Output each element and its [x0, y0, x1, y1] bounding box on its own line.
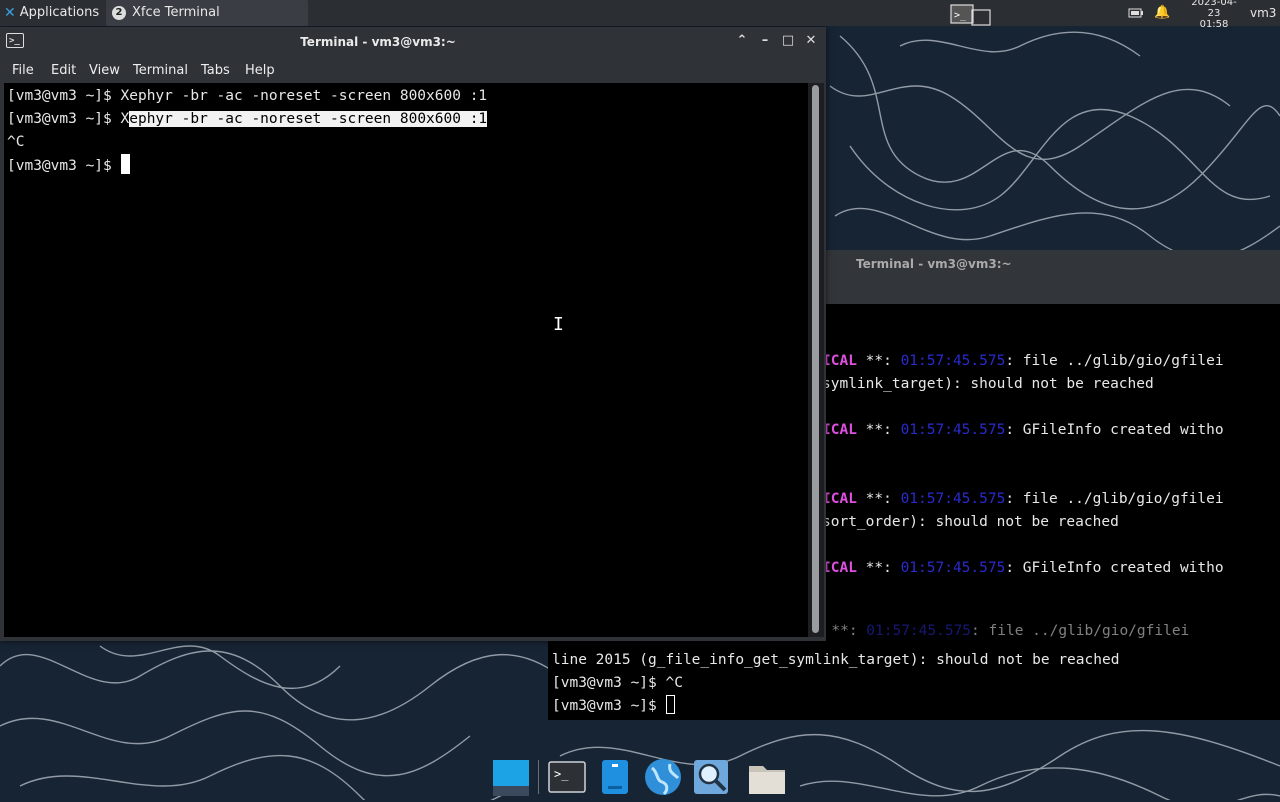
terminal-line: [vm3@vm3 ~]$ Xephyr -br -ac -noreset -sc…: [7, 111, 488, 127]
taskbar-label: Xfce Terminal: [132, 5, 220, 20]
terminal-line: [vm3@vm3 ~]$: [7, 154, 130, 177]
applications-menu-button[interactable]: ✕ Applications ⋮: [0, 0, 116, 26]
top-panel: ✕ Applications ⋮ 2 Xfce Terminal >_ 🔔 20…: [0, 0, 1280, 30]
svg-text:>_: >_: [954, 10, 967, 21]
notification-bell-icon[interactable]: 🔔: [1154, 0, 1170, 26]
terminal-line: [vm3@vm3 ~]$ Xephyr -br -ac -noreset -sc…: [7, 88, 488, 104]
window-title: Terminal - vm3@vm3:~: [300, 35, 456, 49]
background-text-cursor: [665, 695, 675, 714]
background-terminal-title: Terminal - vm3@vm3:~: [856, 257, 1012, 271]
system-tray: 🔔: [1128, 0, 1170, 26]
background-terminal-line: ICAL **: 01:57:45.575: file ../glib/gio/…: [822, 491, 1224, 507]
background-terminal-line: line 2015 (g_file_info_get_symlink_targe…: [552, 652, 1120, 668]
show-desktop-icon[interactable]: [490, 756, 532, 798]
menu-terminal[interactable]: Terminal: [133, 63, 188, 78]
menu-view[interactable]: View: [89, 63, 120, 78]
terminal-titlebar[interactable]: >_ Terminal - vm3@vm3:~ ⌃ – □ ✕: [0, 27, 826, 57]
dock: >_: [486, 752, 792, 800]
background-terminal-line: sort_order): should not be reached: [822, 514, 1119, 530]
close-button[interactable]: ✕: [803, 33, 819, 49]
battery-icon[interactable]: [1128, 7, 1144, 19]
menu-edit[interactable]: Edit: [51, 63, 76, 78]
dock-separator: [538, 760, 539, 794]
terminal-scrollbar[interactable]: [808, 83, 824, 637]
minimize-button[interactable]: –: [757, 33, 773, 49]
background-terminal-line: symlink_target): should not be reached: [822, 376, 1154, 392]
terminal-window[interactable]: >_ Terminal - vm3@vm3:~ ⌃ – □ ✕ File Edi…: [0, 27, 826, 641]
taskbar-button-xfce-terminal[interactable]: 2 Xfce Terminal: [106, 0, 308, 26]
applications-label: Applications: [19, 5, 100, 20]
clock-time: 01:58: [1199, 18, 1229, 30]
menu-tabs[interactable]: Tabs: [201, 63, 230, 78]
menu-bar: File Edit View Terminal Tabs Help: [0, 57, 826, 83]
window-count-badge: 2: [112, 6, 126, 20]
background-terminal-line: ICAL **: 01:57:45.575: GFileInfo created…: [822, 560, 1224, 576]
mouse-ibeam-cursor: I: [553, 314, 564, 335]
background-terminal-line: [vm3@vm3 ~]$: [552, 695, 675, 718]
background-terminal-line: [vm3@vm3 ~]$ ^C: [552, 675, 683, 691]
workspace-switcher-icon: >_: [950, 4, 991, 26]
clock-date: 2023-04-23: [1191, 0, 1237, 19]
text-selection: ephyr -br -ac -noreset -screen 800x600 :…: [129, 111, 488, 127]
home-folder-icon[interactable]: [746, 756, 788, 798]
menu-help[interactable]: Help: [245, 63, 275, 78]
shade-up-button[interactable]: ⌃: [734, 33, 750, 49]
terminal-output[interactable]: [vm3@vm3 ~]$ Xephyr -br -ac -noreset -sc…: [4, 83, 808, 637]
text-cursor: [120, 154, 130, 174]
web-browser-icon[interactable]: [642, 756, 684, 798]
svg-text:>_: >_: [554, 767, 569, 781]
background-terminal-line: ICAL **: 01:57:45.575: file ../glib/gio/…: [822, 353, 1224, 369]
maximize-button[interactable]: □: [780, 33, 796, 49]
user-menu[interactable]: vm3: [1250, 0, 1276, 26]
scrollbar-thumb[interactable]: [812, 85, 819, 633]
xfce-logo-icon: ✕: [4, 5, 16, 21]
clock[interactable]: 2023-04-23 01:58: [1186, 0, 1242, 30]
terminal-line: ^C: [7, 134, 25, 150]
app-finder-icon[interactable]: [690, 756, 732, 798]
terminal-icon[interactable]: >_: [546, 756, 588, 798]
background-terminal-line: ICAL **: 01:57:45.575: GFileInfo created…: [822, 422, 1224, 438]
workspace-switcher[interactable]: >_: [950, 2, 992, 28]
menu-file[interactable]: File: [12, 63, 34, 78]
file-manager-icon[interactable]: [594, 756, 636, 798]
